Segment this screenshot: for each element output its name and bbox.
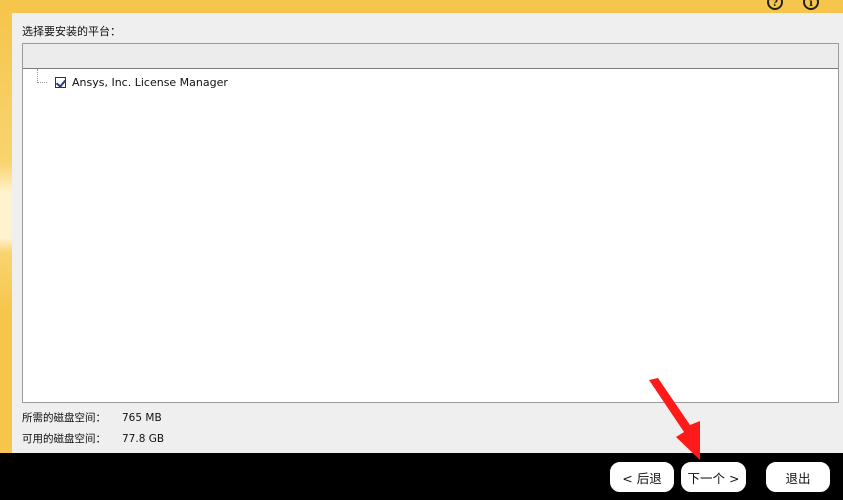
required-disk-value: 765 MB (122, 412, 162, 424)
exit-button[interactable]: 退出 (766, 462, 830, 492)
left-decorative-strip (0, 13, 12, 453)
next-button[interactable]: 下一个 > (681, 462, 746, 492)
back-button[interactable]: < 后退 (610, 462, 674, 492)
tree-connector (37, 69, 38, 83)
help-icon[interactable]: ? (767, 0, 783, 10)
available-disk-value: 77.8 GB (122, 433, 165, 445)
info-icon[interactable]: i (803, 0, 819, 10)
license-manager-checkbox[interactable] (55, 77, 66, 88)
available-disk-space: 可用的磁盘空间： 77.8 GB (22, 431, 164, 446)
required-disk-space: 所需的磁盘空间： 765 MB (22, 410, 162, 425)
required-disk-label: 所需的磁盘空间： (22, 412, 106, 424)
top-banner: ? i (0, 0, 843, 13)
tree-item-license-manager[interactable]: Ansys, Inc. License Manager (55, 76, 228, 89)
platform-list-header (23, 44, 838, 69)
available-disk-label: 可用的磁盘空间： (22, 433, 106, 445)
tree-connector (37, 82, 47, 83)
installer-panel: 选择要安装的平台： Ansys, Inc. License Manager 所需… (12, 13, 843, 453)
platform-prompt: 选择要安装的平台： (22, 25, 121, 38)
footer-bar: < 后退 下一个 > 退出 (0, 453, 843, 500)
tree-item-label: Ansys, Inc. License Manager (72, 76, 228, 89)
platform-list[interactable]: Ansys, Inc. License Manager (22, 43, 839, 403)
